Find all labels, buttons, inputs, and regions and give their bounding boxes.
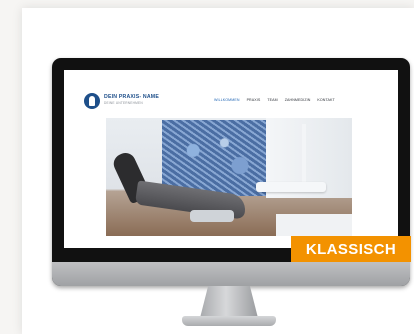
nav-item-zahnmedizin[interactable]: ZAHNMEDIZIN <box>285 98 311 102</box>
nav-item-kontakt[interactable]: KONTAKT <box>317 98 334 102</box>
logo-name: DEIN PRAXIS- NAME <box>104 94 159 100</box>
monitor-chin <box>52 262 410 286</box>
tooth-icon <box>84 93 100 109</box>
website-preview: DEIN PRAXIS- NAME DEINE UNTERNEHMEN WILL… <box>64 70 398 248</box>
dental-unit <box>256 182 326 192</box>
nav-item-team[interactable]: TEAM <box>267 98 277 102</box>
dental-lamp <box>302 124 306 184</box>
monitor-stand <box>200 286 258 318</box>
template-badge: KLASSISCH <box>291 236 411 262</box>
site-nav: WILLKOMMEN PRAXIS TEAM ZAHNMEDIZIN KONTA… <box>214 98 335 102</box>
logo-subtitle: DEINE UNTERNEHMEN <box>104 101 143 105</box>
hero-image <box>106 118 352 236</box>
monitor-stand-base <box>182 316 276 326</box>
hero-window <box>162 120 266 196</box>
cabinet <box>276 214 352 236</box>
nav-item-willkommen[interactable]: WILLKOMMEN <box>214 98 240 102</box>
dental-chair-base <box>190 210 234 222</box>
site-header: DEIN PRAXIS- NAME DEINE UNTERNEHMEN WILL… <box>64 70 398 116</box>
nav-item-praxis[interactable]: PRAXIS <box>247 98 261 102</box>
